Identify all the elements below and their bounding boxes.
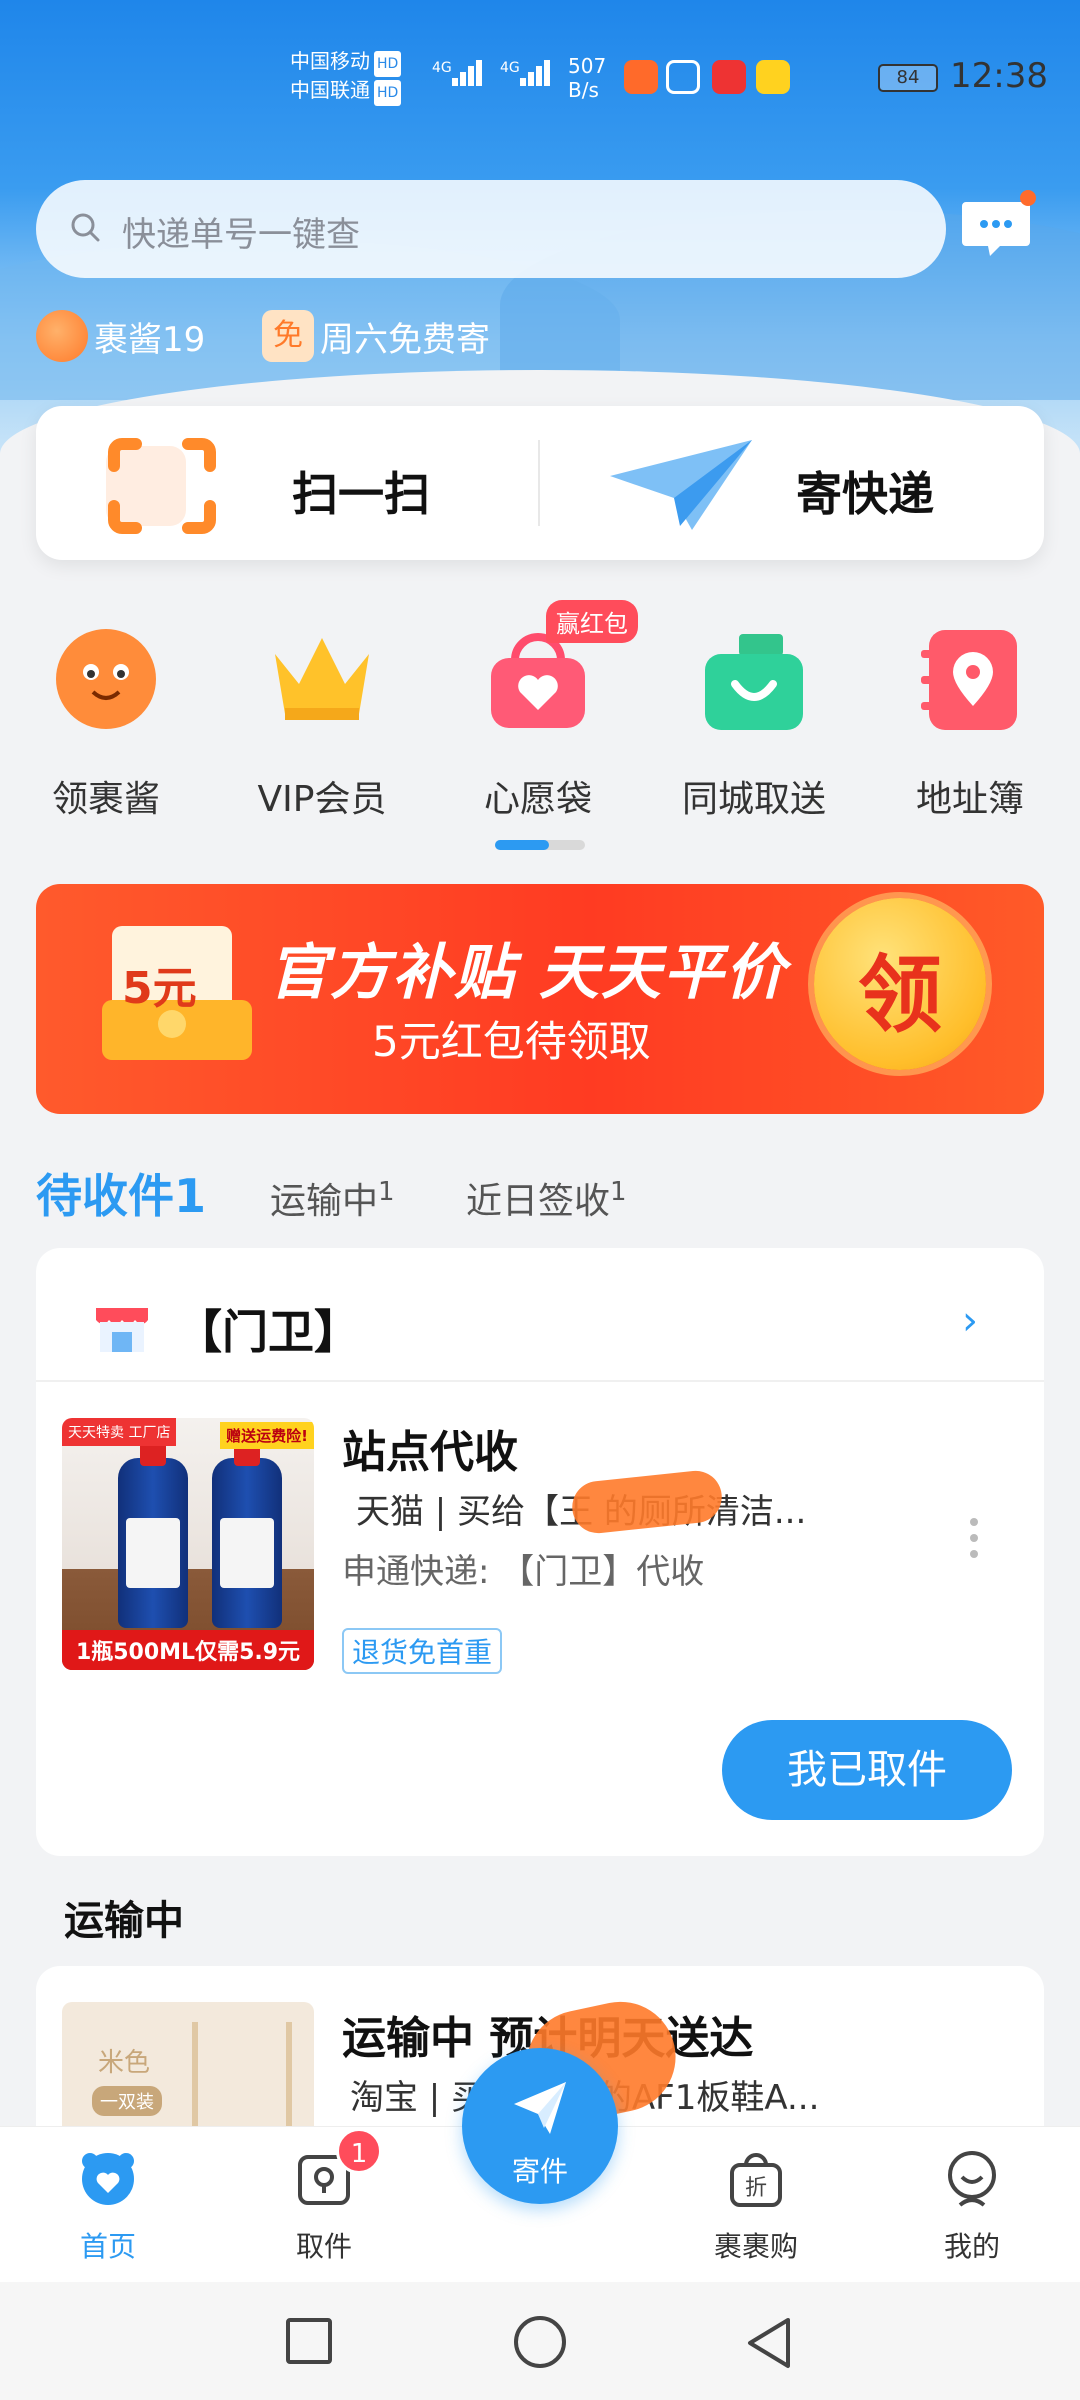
home-button[interactable] (514, 2316, 566, 2368)
search-placeholder: 快递单号一键查 (122, 215, 360, 255)
quick-action-card: 扫一扫 寄快递 (36, 406, 1044, 560)
network-speed: 507 B/s (568, 54, 607, 102)
address-book-icon (921, 630, 1017, 730)
notification-dot (1020, 190, 1036, 206)
profile-icon (948, 2151, 996, 2207)
chevron-right-icon[interactable]: › (962, 1298, 978, 1344)
free-shipping-tag[interactable]: 免 周六免费寄 (262, 310, 490, 362)
product-label: 一双装 (92, 2086, 162, 2116)
bottle-image (118, 1432, 188, 1628)
yellow-app-icon (756, 60, 790, 94)
clock: 12:38 (950, 56, 1048, 96)
mascot-face-icon (36, 310, 88, 362)
nav-profile[interactable]: 我的 (902, 2147, 1042, 2265)
banner-subtitle: 5元红包待领取 (372, 1017, 651, 1066)
message-icon[interactable] (960, 196, 1032, 260)
product-price-strip: 1瓶500ML仅需5.9元 (62, 1630, 314, 1670)
mascot-tag[interactable]: 裹酱19 (36, 310, 205, 362)
free-shipping-label: 周六免费寄 (320, 319, 490, 360)
return-tag: 退货免首重 (342, 1628, 503, 1674)
paper-plane-icon[interactable] (606, 436, 756, 536)
pickup-count-badge: 1 (336, 2128, 382, 2174)
mascot-tag-label: 裹酱19 (94, 319, 206, 360)
network-type: 4G (432, 60, 452, 76)
win-red-packet-badge: 赢红包 (546, 600, 638, 643)
station-name: 【门卫】 (176, 1305, 360, 1359)
hd-badge: HD (374, 80, 402, 106)
send-plane-icon (514, 2082, 566, 2134)
video-app-icon (624, 60, 658, 94)
grid-item-address-book[interactable]: 地址簿 (880, 610, 1060, 822)
grid-item-label: 心愿袋 (483, 779, 592, 820)
hd-badge: HD (374, 51, 402, 77)
nav-label: 裹裹购 (713, 2230, 798, 2263)
more-options-icon[interactable] (970, 1518, 978, 1566)
grid-item-label: 地址簿 (915, 779, 1024, 820)
carrier-1: 中国移动 (290, 49, 370, 73)
product-image: 天天特卖 工厂店 赠送运费险! 1瓶500ML仅需5.9元 (62, 1418, 314, 1670)
grid-page-indicator (495, 840, 585, 850)
claim-coin-button[interactable]: 领 (814, 898, 986, 1070)
carrier-2: 中国联通 (290, 78, 370, 102)
book-app-icon (712, 60, 746, 94)
banner-amount: 5元 (122, 963, 197, 1014)
divider (36, 1380, 1044, 1382)
signal-icon (520, 60, 560, 90)
tab-pending[interactable]: 待收件1 (36, 1160, 206, 1226)
recent-apps-button[interactable] (286, 2318, 332, 2364)
tab-in-transit[interactable]: 运输中1 (270, 1172, 395, 1224)
product-label: 米色 (98, 2048, 151, 2078)
nav-shop[interactable]: 折 裹裹购 (686, 2147, 826, 2265)
divider (538, 440, 540, 526)
bottle-image (212, 1432, 282, 1628)
carrier-info: 中国移动 HD 中国联通 HD (290, 48, 402, 106)
nav-label: 取件 (295, 2230, 352, 2263)
nav-home[interactable]: 首页 (38, 2147, 178, 2265)
status-bar: 中国移动 HD 中国联通 HD 4G 4G 507 B/s 84 12:38 (0, 40, 1080, 120)
shop-icon (96, 1308, 148, 1352)
grid-item-vip[interactable]: VIP会员 (232, 610, 412, 822)
search-input[interactable]: 快递单号一键查 (36, 180, 946, 278)
page-indicator-active (495, 840, 549, 850)
nav-label: 首页 (79, 2230, 136, 2263)
scan-button[interactable]: 扫一扫 (292, 458, 430, 524)
discount-bag-icon: 折 (730, 2153, 782, 2207)
pending-parcel-card[interactable]: 【门卫】 › 天天特卖 工厂店 赠送运费险! 1瓶500ML仅需5.9元 站点代… (36, 1248, 1044, 1856)
promo-banner[interactable]: 5元 官方补贴 天天平价 5元红包待领取 领 (36, 884, 1044, 1114)
home-icon (82, 2153, 134, 2205)
grid-item-label: VIP会员 (257, 779, 387, 820)
feature-grid: 领裹酱 VIP会员 心愿袋 同城取送 地址簿 (0, 610, 1080, 860)
svg-text:折: 折 (745, 2176, 767, 2201)
send-express-button[interactable]: 寄快递 (796, 458, 934, 524)
signal-icon (452, 60, 492, 90)
product-badge-right: 赠送运费险! (220, 1422, 314, 1449)
network-type: 4G (500, 60, 520, 76)
banner-title: 官方补贴 天天平价 (268, 938, 787, 1008)
crown-icon (275, 638, 369, 720)
grid-item-same-city[interactable]: 同城取送 (664, 610, 844, 822)
nav-label: 寄件 (511, 2155, 568, 2188)
system-navigation-bar (0, 2282, 1080, 2400)
product-badge-left: 天天特卖 工厂店 (62, 1418, 177, 1446)
alipay-icon (666, 60, 700, 94)
tab-recent-signed[interactable]: 近日签收1 (466, 1172, 627, 1224)
nav-send[interactable]: 寄件 (462, 2048, 618, 2204)
free-icon: 免 (262, 310, 314, 362)
scan-icon[interactable] (102, 436, 222, 536)
back-button[interactable] (744, 2316, 794, 2370)
grid-item-label: 领裹酱 (51, 779, 160, 820)
section-title-in-transit: 运输中 (64, 1898, 184, 1944)
shopping-bag-icon (705, 634, 803, 730)
picked-up-button[interactable]: 我已取件 (722, 1720, 1012, 1820)
search-icon (71, 213, 100, 242)
grid-item-label: 同城取送 (681, 779, 826, 820)
battery-indicator: 84 (878, 64, 938, 92)
grid-item-mascot[interactable]: 领裹酱 (16, 610, 196, 822)
nav-label: 我的 (943, 2230, 1000, 2263)
mascot-face-icon (56, 629, 156, 729)
carrier-info: 申通快递: 【门卫】代收 (342, 1552, 705, 1592)
parcel-status: 站点代收 (342, 1427, 518, 1478)
